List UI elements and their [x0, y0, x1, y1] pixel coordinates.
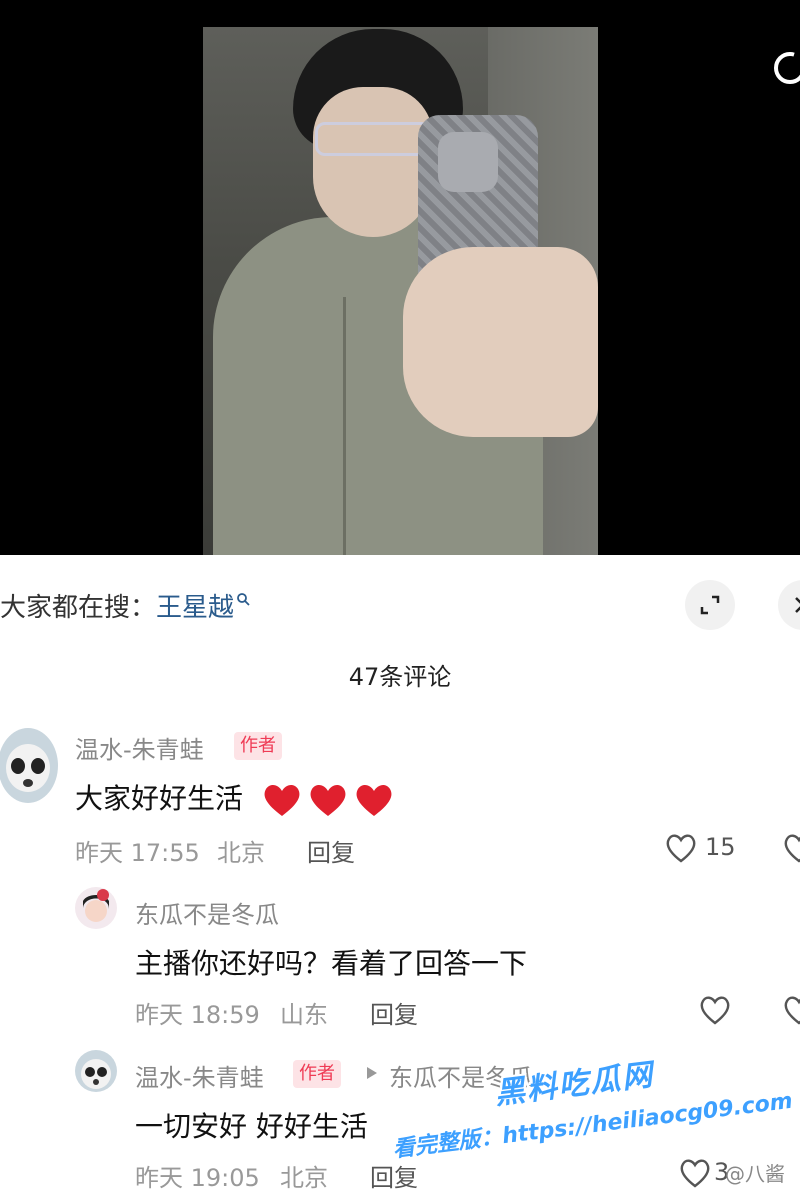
avatar[interactable]	[75, 1050, 117, 1092]
like-heart-icon[interactable]	[782, 832, 800, 864]
loading-spinner-icon	[774, 52, 800, 84]
heart-emoji-icon	[264, 785, 392, 816]
reply-arrow-icon	[367, 1067, 377, 1079]
expand-icon	[700, 595, 720, 615]
search-keyword-link[interactable]: 王星越	[156, 587, 234, 624]
comment-text: 一切安好 好好生活	[135, 1110, 368, 1143]
author-badge: 作者	[293, 1060, 341, 1088]
comment-text-body: 大家好好生活	[75, 782, 244, 815]
comment-author[interactable]: 东瓜不是冬瓜	[135, 895, 279, 930]
mirror-selfie-photo	[203, 27, 598, 555]
close-icon	[795, 597, 800, 613]
comment-time: 昨天 18:59	[135, 1001, 260, 1029]
avatar[interactable]	[75, 887, 117, 929]
video-area[interactable]	[0, 0, 800, 555]
like-heart-icon[interactable]	[678, 1157, 712, 1189]
search-prefix: 大家都在搜：	[0, 592, 157, 623]
comment-location: 山东	[280, 1001, 328, 1029]
comment-text: 主播你还好吗？看着了回答一下	[135, 947, 528, 980]
author-badge: 作者	[234, 732, 282, 760]
comment-text: 大家好好生活	[75, 777, 396, 820]
comment-location: 北京	[217, 839, 265, 867]
like-count: 15	[705, 833, 736, 861]
search-suggestion[interactable]: 大家都在搜： 王星越	[0, 583, 250, 627]
comment-author[interactable]: 温水-朱青蛙	[75, 730, 204, 765]
comment-author[interactable]: 温水-朱青蛙	[135, 1058, 264, 1093]
comment-count: 47条评论	[348, 663, 452, 691]
comment-time: 昨天 17:55	[75, 839, 200, 867]
weibo-credit: @八酱	[725, 1162, 785, 1186]
comment-time: 昨天 19:05	[135, 1164, 260, 1192]
like-heart-icon[interactable]	[664, 832, 698, 864]
avatar[interactable]	[0, 728, 58, 803]
expand-button[interactable]	[685, 580, 735, 630]
like-heart-icon[interactable]	[698, 994, 732, 1026]
reply-button[interactable]: 回复	[307, 833, 355, 868]
reply-button[interactable]: 回复	[370, 995, 418, 1030]
like-heart-icon[interactable]	[782, 994, 800, 1026]
comment-location: 北京	[280, 1164, 328, 1192]
search-icon	[237, 593, 250, 606]
comments-panel: 大家都在搜： 王星越 47条评论 温水-朱青蛙 作者 大家好好生活 昨天 17:…	[0, 555, 800, 1200]
close-button[interactable]	[778, 580, 800, 630]
